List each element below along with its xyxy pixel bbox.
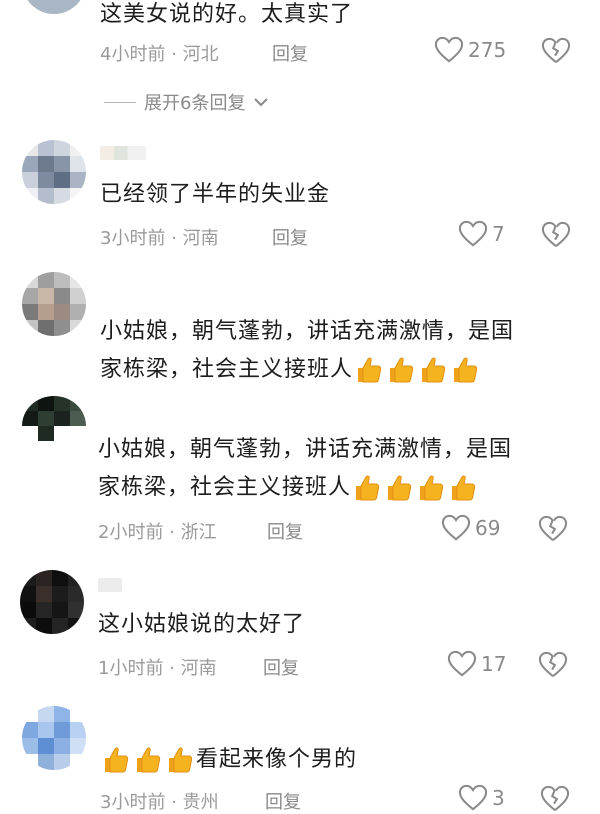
like-count: 275: [468, 38, 507, 62]
username[interactable]: [100, 146, 146, 160]
heart-outline-icon: [458, 784, 488, 811]
comment-meta: 2小时前 · 浙江: [98, 518, 217, 544]
meta-separator: ·: [169, 522, 175, 543]
comment-text: 这美女说的好。太真实了: [100, 2, 354, 27]
thumbs-up-emoji: [454, 357, 478, 383]
comment-meta: 4小时前 · 河北: [100, 40, 219, 66]
like-button[interactable]: 7: [458, 220, 505, 248]
like-count: 69: [475, 516, 501, 540]
reply-button[interactable]: 回复: [272, 40, 308, 66]
broken-heart-icon[interactable]: [541, 221, 571, 249]
broken-heart-icon[interactable]: [538, 651, 568, 679]
comment-text-line2-text: 家栋梁，社会主义接班人: [100, 357, 354, 382]
like-count: 7: [492, 222, 505, 246]
like-button[interactable]: 69: [441, 514, 500, 542]
expand-label: 展开6条回复: [144, 93, 246, 114]
comment-text-line2: 家栋梁，社会主义接班人: [100, 351, 481, 389]
comment-region: 贵州: [182, 792, 219, 813]
like-button[interactable]: 275: [434, 36, 506, 64]
comment-meta: 3小时前 · 贵州: [100, 788, 219, 814]
heart-outline-icon: [434, 36, 464, 63]
thumbs-up-emoji: [105, 747, 129, 773]
like-count: 3: [492, 786, 505, 810]
comment-time: 2小时前: [98, 522, 164, 543]
chevron-down-icon: [254, 98, 269, 107]
broken-heart-icon[interactable]: [540, 785, 570, 813]
comment-text: 这小姑娘说的太好了: [98, 612, 306, 637]
reply-button[interactable]: 回复: [265, 788, 301, 814]
comment-time: 3小时前: [100, 228, 166, 249]
expand-replies[interactable]: 展开6条回复: [104, 89, 269, 115]
avatar[interactable]: [22, 140, 86, 204]
meta-separator: ·: [171, 228, 177, 249]
broken-heart-icon[interactable]: [538, 515, 568, 543]
thumbs-up-emoji: [420, 475, 444, 501]
comment-text: 看起来像个男的: [196, 747, 358, 772]
meta-separator: ·: [171, 792, 177, 813]
meta-separator: ·: [171, 44, 177, 65]
heart-outline-icon: [441, 514, 471, 541]
reply-button[interactable]: 回复: [272, 224, 308, 250]
comment-region: 河北: [182, 44, 219, 65]
thumbs-up-emoji: [356, 475, 380, 501]
thumbs-up-emoji: [388, 475, 412, 501]
comment-region: 河南: [182, 228, 219, 249]
comment-text-line2-text: 家栋梁，社会主义接班人: [98, 475, 352, 500]
comment-region: 河南: [180, 658, 217, 679]
avatar[interactable]: [22, 0, 86, 14]
comment-text-line1: 小姑娘，朝气蓬勃，讲话充满激情，是国: [98, 437, 513, 462]
username[interactable]: [98, 578, 122, 592]
heart-outline-icon: [447, 650, 477, 677]
reply-button[interactable]: 回复: [267, 518, 303, 544]
comment-meta: 1小时前 · 河南: [98, 654, 217, 680]
thumbs-up-emoji: [358, 357, 382, 383]
comment-text-line: 看起来像个男的: [100, 741, 357, 779]
broken-heart-icon[interactable]: [541, 37, 571, 65]
avatar[interactable]: [22, 396, 86, 456]
comment-time: 4小时前: [100, 44, 166, 65]
expand-divider: [104, 101, 136, 103]
thumbs-up-emoji: [390, 357, 414, 383]
like-button[interactable]: 17: [447, 650, 506, 678]
comment-meta: 3小时前 · 河南: [100, 224, 219, 250]
thumbs-up-emoji: [137, 747, 161, 773]
comment-text-line1: 小姑娘，朝气蓬勃，讲话充满激情，是国: [100, 319, 515, 344]
meta-separator: ·: [169, 658, 175, 679]
like-count: 17: [481, 652, 507, 676]
comment-text: 已经领了半年的失业金: [100, 182, 331, 207]
avatar[interactable]: [20, 570, 84, 634]
reply-button[interactable]: 回复: [263, 654, 299, 680]
avatar[interactable]: [22, 706, 86, 770]
comment-time: 1小时前: [98, 658, 164, 679]
thumbs-up-emoji: [169, 747, 193, 773]
thumbs-up-emoji: [452, 475, 476, 501]
heart-outline-icon: [458, 220, 488, 247]
comment-time: 3小时前: [100, 792, 166, 813]
avatar[interactable]: [22, 272, 86, 336]
thumbs-up-emoji: [422, 357, 446, 383]
comment-text-line2: 家栋梁，社会主义接班人: [98, 469, 479, 507]
like-button[interactable]: 3: [458, 784, 505, 812]
comment-region: 浙江: [180, 522, 217, 543]
